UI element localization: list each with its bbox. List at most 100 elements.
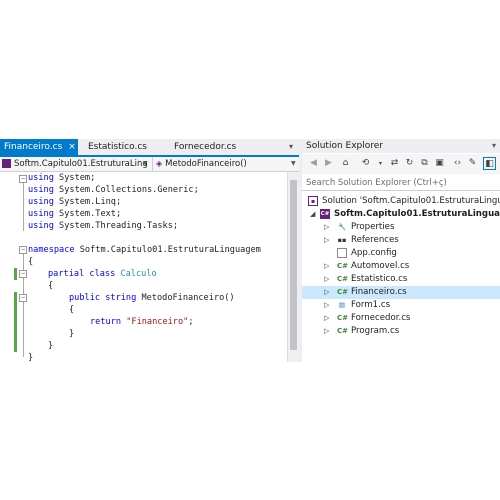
panel-menu-icon[interactable]: ▾ xyxy=(492,139,496,153)
keyword: partial class xyxy=(48,269,116,279)
code-text: System.Linq; xyxy=(53,197,122,207)
scrollbar-thumb[interactable] xyxy=(290,180,297,350)
home-icon[interactable]: ⌂ xyxy=(339,157,352,170)
namespace-dropdown-value: Softm.Capitulo01.EstruturaLing xyxy=(14,159,148,169)
tree-item-fornecedor[interactable]: ▷ C# Fornecedor.cs xyxy=(324,312,410,325)
type-name: Calculo xyxy=(120,269,157,279)
tab-estatistico[interactable]: Estatistico.cs xyxy=(88,139,147,155)
code-editor[interactable]: − − − − using System; using System.Colle… xyxy=(0,172,287,364)
chevron-down-icon[interactable]: ▼ xyxy=(291,157,296,171)
collapse-icon[interactable]: − xyxy=(19,175,27,183)
properties-icon[interactable]: ✎ xyxy=(466,157,479,170)
keyword: return xyxy=(90,317,122,327)
refresh-icon[interactable]: ↻ xyxy=(403,157,416,170)
collapsed-arrow-icon[interactable]: ▷ xyxy=(324,234,329,247)
tab-list-dropdown-icon[interactable]: ▾ xyxy=(289,139,293,155)
collapsed-arrow-icon[interactable]: ▷ xyxy=(324,273,329,286)
tab-fornecedor[interactable]: Fornecedor.cs xyxy=(174,139,236,155)
code-line: { xyxy=(28,256,33,268)
code-line: partial class Calculo xyxy=(28,268,157,280)
tab-financeiro[interactable]: Financeiro.cs × xyxy=(0,139,78,155)
csharp-file-icon: C# xyxy=(337,326,349,335)
collapsed-arrow-icon[interactable]: ▷ xyxy=(324,221,329,234)
code-line: { xyxy=(28,280,53,292)
tree-item-label: Fornecedor.cs xyxy=(351,313,411,323)
chevron-down-icon[interactable]: ▼ xyxy=(143,157,148,171)
change-indicator xyxy=(14,268,17,280)
keyword: using xyxy=(28,221,54,231)
collapse-all-icon[interactable]: ⧉ xyxy=(418,157,431,170)
tree-item-form1[interactable]: ▷ ▤ Form1.cs xyxy=(324,299,390,312)
code-text: { xyxy=(28,257,34,267)
tree-item-label: Solution 'Softm.Capitulo01.EstruturaLing… xyxy=(322,196,500,206)
method-icon: ◈ xyxy=(156,159,163,168)
collapsed-arrow-icon[interactable]: ▷ xyxy=(324,286,329,299)
tree-item-program[interactable]: ▷ C# Program.cs xyxy=(324,325,399,338)
code-line: public string MetodoFinanceiro() xyxy=(28,292,235,304)
tree-item-label: Softm.Capitulo01.EstruturaLinguagem xyxy=(334,209,500,219)
csharp-file-icon: C# xyxy=(337,261,349,270)
tree-item-label: Financeiro.cs xyxy=(351,287,407,297)
tree-item-solution[interactable]: ▪ Solution 'Softm.Capitulo01.EstruturaLin… xyxy=(308,195,500,208)
tree-item-label: Form1.cs xyxy=(351,300,391,310)
solution-explorer-search-input[interactable]: Search Solution Explorer (Ctrl+ç) xyxy=(302,175,500,191)
code-line: using System.Text; xyxy=(28,208,121,220)
code-line: } xyxy=(28,352,33,364)
collapse-icon[interactable]: − xyxy=(19,246,27,254)
collapsed-arrow-icon[interactable]: ▷ xyxy=(324,325,329,338)
tree-item-label: Program.cs xyxy=(351,326,400,336)
sync-icon[interactable]: ⟲ xyxy=(359,157,372,170)
show-all-files-icon[interactable]: ▣ xyxy=(433,157,446,170)
tree-item-properties[interactable]: ▷ 🔧 Properties xyxy=(324,221,394,234)
keyword: string xyxy=(105,293,137,303)
chevron-down-icon[interactable]: ▾ xyxy=(374,157,387,170)
forward-icon[interactable]: ▶ xyxy=(322,157,335,170)
preview-icon[interactable]: ◧ xyxy=(483,157,496,170)
fold-guide xyxy=(23,183,24,231)
collapse-icon[interactable]: − xyxy=(19,270,27,278)
keyword: using xyxy=(28,173,54,183)
editor-tab-bar: Financeiro.cs × Estatistico.cs Fornecedor… xyxy=(0,139,299,157)
code-text: { xyxy=(69,305,75,315)
collapsed-arrow-icon[interactable]: ▷ xyxy=(324,312,329,325)
expanded-arrow-icon[interactable]: ◢ xyxy=(310,208,315,221)
code-text: System.Threading.Tasks; xyxy=(53,221,179,231)
tree-item-estatistico[interactable]: ▷ C# Estatistico.cs xyxy=(324,273,407,286)
back-icon[interactable]: ◀ xyxy=(307,157,320,170)
string-literal: "Financeiro" xyxy=(126,317,189,327)
code-text: System.Text; xyxy=(53,209,122,219)
tree-item-automovel[interactable]: ▷ C# Automovel.cs xyxy=(324,260,409,273)
tree-item-project[interactable]: ◢ C# Softm.Capitulo01.EstruturaLinguagem xyxy=(310,208,500,221)
tree-item-references[interactable]: ▷ ▪▪ References xyxy=(324,234,399,247)
form-file-icon: ▤ xyxy=(338,300,346,309)
tree-item-app-config[interactable]: App.config xyxy=(324,247,397,260)
tree-item-label: App.config xyxy=(351,248,397,258)
collapsed-arrow-icon[interactable]: ▷ xyxy=(324,299,329,312)
collapse-icon[interactable]: − xyxy=(19,294,27,302)
tree-item-financeiro[interactable]: ▷ C# Financeiro.cs xyxy=(302,286,500,299)
tree-item-label: Automovel.cs xyxy=(351,261,410,271)
code-view-icon[interactable]: ‹› xyxy=(451,157,464,170)
namespace-dropdown[interactable]: Softm.Capitulo01.EstruturaLing xyxy=(2,157,148,171)
sync-active-doc-icon[interactable]: ⇄ xyxy=(388,157,401,170)
change-indicator xyxy=(14,292,17,352)
csharp-file-icon: C# xyxy=(337,287,349,296)
collapsed-arrow-icon[interactable]: ▷ xyxy=(324,260,329,273)
code-text: System; xyxy=(53,173,96,183)
close-icon[interactable]: × xyxy=(68,142,76,152)
member-dropdown-value: MetodoFinanceiro() xyxy=(165,159,247,169)
tab-label: Financeiro.cs xyxy=(4,142,63,152)
csharp-file-icon: C# xyxy=(337,274,349,283)
code-line: } xyxy=(28,328,74,340)
tree-item-label: Estatistico.cs xyxy=(351,274,408,284)
solution-explorer-title: Solution Explorer xyxy=(306,141,383,151)
code-line: using System; xyxy=(28,172,95,184)
code-text: ; xyxy=(188,317,194,327)
tab-label: Fornecedor.cs xyxy=(174,142,237,152)
keyword: public xyxy=(69,293,101,303)
code-text: } xyxy=(69,329,75,339)
code-text: MetodoFinanceiro() xyxy=(136,293,235,303)
member-dropdown[interactable]: ◈ MetodoFinanceiro() xyxy=(152,157,298,171)
code-text: Softm.Capitulo01.EstruturaLinguagem xyxy=(74,245,261,255)
code-line: using System.Collections.Generic; xyxy=(28,184,199,196)
